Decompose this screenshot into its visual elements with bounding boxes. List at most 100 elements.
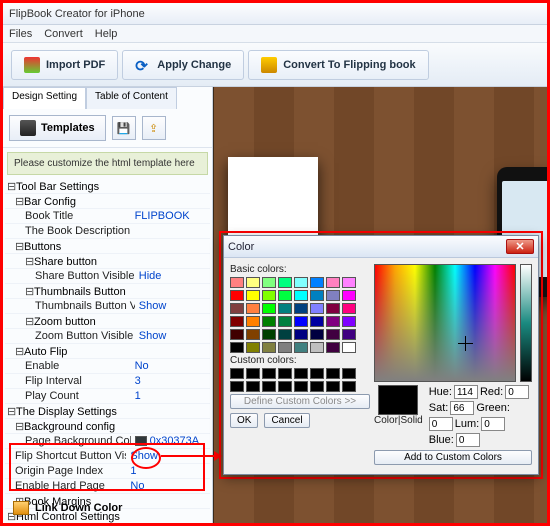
property-grid[interactable]: ⊟Tool Bar Settings⊟Bar ConfigBook TitleF…: [3, 179, 212, 523]
blue-input[interactable]: [456, 433, 480, 447]
import-pdf-button[interactable]: Import PDF: [11, 50, 118, 80]
property-row[interactable]: ⊟Background config: [5, 419, 210, 434]
color-swatch[interactable]: [230, 342, 244, 353]
color-swatch[interactable]: [246, 342, 260, 353]
color-swatch[interactable]: [326, 303, 340, 314]
ok-button[interactable]: OK: [230, 413, 258, 428]
custom-swatch[interactable]: [278, 368, 292, 379]
property-row[interactable]: Play Count1: [5, 389, 210, 404]
custom-swatch[interactable]: [310, 381, 324, 392]
color-swatch[interactable]: [342, 277, 356, 288]
property-row[interactable]: Enable Hard PageNo: [5, 479, 210, 494]
property-row[interactable]: ⊟Thumbnails Button: [5, 284, 210, 299]
templates-button[interactable]: Templates: [9, 115, 106, 141]
color-swatch[interactable]: [246, 277, 260, 288]
apply-change-button[interactable]: ⟳ Apply Change: [122, 50, 244, 80]
color-swatch[interactable]: [294, 303, 308, 314]
color-swatch[interactable]: [262, 277, 276, 288]
color-swatch[interactable]: [278, 316, 292, 327]
lum-input[interactable]: [481, 417, 505, 431]
property-row[interactable]: ⊟Auto Flip: [5, 344, 210, 359]
property-row[interactable]: Flip Shortcut Button VisibleShow: [5, 449, 210, 464]
color-swatch[interactable]: [342, 329, 356, 340]
color-swatch[interactable]: [310, 290, 324, 301]
property-row[interactable]: ⊟Bar Config: [5, 194, 210, 209]
color-swatch[interactable]: [310, 316, 324, 327]
color-swatch[interactable]: [278, 290, 292, 301]
property-row[interactable]: ⊟Zoom button: [5, 314, 210, 329]
color-swatch[interactable]: [310, 303, 324, 314]
custom-colors-grid[interactable]: [230, 368, 370, 392]
color-swatch[interactable]: [262, 290, 276, 301]
custom-swatch[interactable]: [326, 368, 340, 379]
custom-swatch[interactable]: [262, 368, 276, 379]
custom-swatch[interactable]: [310, 368, 324, 379]
property-row[interactable]: ⊟Tool Bar Settings: [5, 179, 210, 194]
cancel-button[interactable]: Cancel: [264, 413, 309, 428]
basic-colors-grid[interactable]: [230, 277, 370, 353]
export-template-button[interactable]: ⇪: [142, 116, 166, 140]
color-swatch[interactable]: [342, 303, 356, 314]
color-swatch[interactable]: [246, 316, 260, 327]
property-row[interactable]: Origin Page Index1: [5, 464, 210, 479]
save-template-button[interactable]: 💾: [112, 116, 136, 140]
property-row[interactable]: The Book Description: [5, 224, 210, 239]
color-swatch[interactable]: [342, 290, 356, 301]
color-swatch[interactable]: [310, 329, 324, 340]
property-row[interactable]: Zoom Button VisibleShow: [5, 329, 210, 344]
color-swatch[interactable]: [230, 277, 244, 288]
menu-files[interactable]: Files: [9, 28, 32, 40]
color-swatch[interactable]: [246, 303, 260, 314]
property-row[interactable]: ⊟Buttons: [5, 239, 210, 254]
custom-swatch[interactable]: [294, 381, 308, 392]
close-button[interactable]: ✕: [506, 239, 534, 254]
property-row[interactable]: Flip Interval3: [5, 374, 210, 389]
tab-table-of-content[interactable]: Table of Content: [86, 87, 177, 109]
color-swatch[interactable]: [294, 329, 308, 340]
custom-swatch[interactable]: [246, 381, 260, 392]
property-row[interactable]: Book TitleFLIPBOOK: [5, 209, 210, 224]
color-swatch[interactable]: [326, 277, 340, 288]
property-row[interactable]: Thumbnails Button V...Show: [5, 299, 210, 314]
color-swatch[interactable]: [310, 342, 324, 353]
color-swatch[interactable]: [310, 277, 324, 288]
custom-swatch[interactable]: [262, 381, 276, 392]
color-swatch[interactable]: [294, 277, 308, 288]
custom-swatch[interactable]: [342, 381, 356, 392]
color-swatch[interactable]: [230, 303, 244, 314]
color-swatch[interactable]: [262, 329, 276, 340]
color-swatch[interactable]: [326, 290, 340, 301]
property-row[interactable]: Page Background Color0x30373A: [5, 434, 210, 449]
color-swatch[interactable]: [326, 316, 340, 327]
menu-help[interactable]: Help: [95, 28, 118, 40]
hue-input[interactable]: [454, 385, 478, 399]
property-row[interactable]: Share Button VisibleHide: [5, 269, 210, 284]
property-row[interactable]: ⊟The Display Settings: [5, 404, 210, 419]
color-swatch[interactable]: [262, 316, 276, 327]
color-swatch[interactable]: [262, 342, 276, 353]
color-swatch[interactable]: [246, 290, 260, 301]
color-swatch[interactable]: [326, 342, 340, 353]
menu-convert[interactable]: Convert: [44, 28, 83, 40]
property-row[interactable]: ⊟Share button: [5, 254, 210, 269]
color-swatch[interactable]: [278, 329, 292, 340]
custom-swatch[interactable]: [294, 368, 308, 379]
color-gradient[interactable]: [374, 264, 516, 382]
color-swatch[interactable]: [262, 303, 276, 314]
color-swatch[interactable]: [294, 342, 308, 353]
color-swatch[interactable]: [278, 303, 292, 314]
convert-button[interactable]: Convert To Flipping book: [248, 50, 428, 80]
color-swatch[interactable]: [326, 329, 340, 340]
color-swatch[interactable]: [294, 316, 308, 327]
add-custom-button[interactable]: Add to Custom Colors: [374, 450, 532, 465]
color-swatch[interactable]: [294, 290, 308, 301]
custom-swatch[interactable]: [342, 368, 356, 379]
luminance-bar[interactable]: [520, 264, 532, 382]
color-swatch[interactable]: [230, 290, 244, 301]
red-input[interactable]: [505, 385, 529, 399]
color-swatch[interactable]: [230, 329, 244, 340]
custom-swatch[interactable]: [326, 381, 340, 392]
sat-input[interactable]: [450, 401, 474, 415]
green-input[interactable]: [429, 417, 453, 431]
custom-swatch[interactable]: [246, 368, 260, 379]
